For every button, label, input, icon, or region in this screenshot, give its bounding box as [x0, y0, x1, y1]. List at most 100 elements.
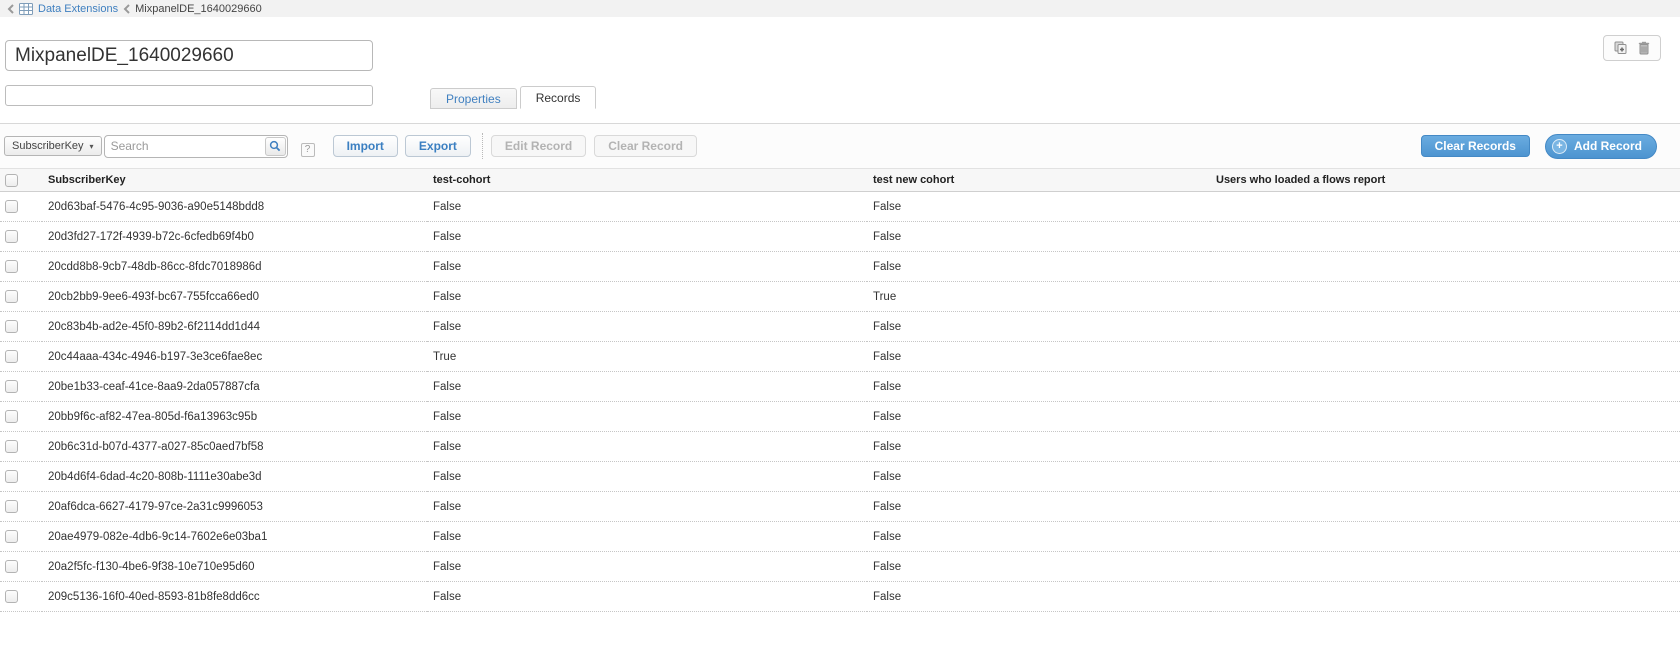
tab-properties-label: Properties [446, 92, 501, 106]
search-box [104, 135, 288, 158]
cell-users-flows-report [1210, 432, 1680, 462]
cell-subscriber-key: 20be1b33-ceaf-41ce-8aa9-2da057887cfa [42, 372, 427, 402]
cell-test-new-cohort: True [867, 282, 1210, 312]
tab-records[interactable]: Records [520, 86, 597, 109]
cell-test-new-cohort: False [867, 402, 1210, 432]
table-row[interactable]: 20b6c31d-b07d-4377-a027-85c0aed7bf58Fals… [0, 432, 1680, 462]
table-row[interactable]: 20af6dca-6627-4179-97ce-2a31c9996053Fals… [0, 492, 1680, 522]
row-checkbox[interactable] [5, 230, 18, 243]
cell-users-flows-report [1210, 192, 1680, 222]
import-button[interactable]: Import [333, 135, 398, 157]
cell-users-flows-report [1210, 522, 1680, 552]
records-table-body: 20d63baf-5476-4c95-9036-a90e5148bdd8Fals… [0, 192, 1680, 612]
toolbar-divider [482, 133, 483, 159]
breadcrumb: Data Extensions MixpanelDE_1640029660 [0, 0, 1680, 17]
cell-test-new-cohort: False [867, 462, 1210, 492]
row-checkbox[interactable] [5, 440, 18, 453]
records-table: SubscriberKey test-cohort test new cohor… [0, 168, 1680, 612]
search-field-selector[interactable]: SubscriberKey ▾ [4, 136, 102, 156]
records-toolbar: SubscriberKey ▾ ? Import Export Edit Rec… [0, 124, 1680, 168]
table-header-row: SubscriberKey test-cohort test new cohor… [0, 169, 1680, 192]
row-checkbox[interactable] [5, 590, 18, 603]
table-row[interactable]: 20a2f5fc-f130-4be6-9f38-10e710e95d60Fals… [0, 552, 1680, 582]
table-row[interactable]: 20be1b33-ceaf-41ce-8aa9-2da057887cfaFals… [0, 372, 1680, 402]
table-row[interactable]: 20ae4979-082e-4db6-9c14-7602e6e03ba1Fals… [0, 522, 1680, 552]
export-button[interactable]: Export [405, 135, 471, 157]
row-checkbox[interactable] [5, 320, 18, 333]
cell-users-flows-report [1210, 552, 1680, 582]
cell-test-new-cohort: False [867, 252, 1210, 282]
tab-properties[interactable]: Properties [430, 88, 517, 109]
cell-test-cohort: False [427, 492, 867, 522]
header-action-group [1603, 35, 1661, 61]
clear-record-button[interactable]: Clear Record [594, 135, 697, 157]
cell-test-cohort: False [427, 222, 867, 252]
table-row[interactable]: 20cb2bb9-9ee6-493f-bc67-755fcca66ed0Fals… [0, 282, 1680, 312]
cell-test-cohort: False [427, 372, 867, 402]
cell-test-cohort: False [427, 192, 867, 222]
cell-users-flows-report [1210, 282, 1680, 312]
cell-subscriber-key: 20cb2bb9-9ee6-493f-bc67-755fcca66ed0 [42, 282, 427, 312]
cell-subscriber-key: 20c83b4b-ad2e-45f0-89b2-6f2114dd1d44 [42, 312, 427, 342]
cell-test-cohort: False [427, 312, 867, 342]
table-row[interactable]: 20d3fd27-172f-4939-b72c-6cfedb69f4b0Fals… [0, 222, 1680, 252]
row-checkbox[interactable] [5, 290, 18, 303]
clear-records-button[interactable]: Clear Records [1421, 135, 1530, 157]
column-header-users-flows-report: Users who loaded a flows report [1210, 169, 1680, 192]
search-input[interactable] [105, 139, 265, 153]
row-checkbox[interactable] [5, 500, 18, 513]
chevron-down-icon: ▾ [90, 142, 94, 151]
row-checkbox[interactable] [5, 410, 18, 423]
cell-test-new-cohort: False [867, 312, 1210, 342]
cell-subscriber-key: 20b4d6f4-6dad-4c20-808b-1111e30abe3d [42, 462, 427, 492]
table-row[interactable]: 20d63baf-5476-4c95-9036-a90e5148bdd8Fals… [0, 192, 1680, 222]
column-header-test-cohort: test-cohort [427, 169, 867, 192]
cell-test-cohort: True [427, 342, 867, 372]
column-header-subscriber-key: SubscriberKey [42, 169, 427, 192]
plus-icon: + [1552, 139, 1567, 154]
row-checkbox[interactable] [5, 470, 18, 483]
search-button[interactable] [265, 137, 286, 156]
description-input[interactable] [5, 85, 373, 106]
select-all-checkbox[interactable] [5, 174, 18, 187]
edit-record-button[interactable]: Edit Record [491, 135, 586, 157]
search-icon [269, 140, 281, 152]
add-record-label: Add Record [1574, 139, 1642, 153]
table-row[interactable]: 20b4d6f4-6dad-4c20-808b-1111e30abe3d Fals… [0, 462, 1680, 492]
row-checkbox[interactable] [5, 380, 18, 393]
copy-icon[interactable] [1614, 41, 1629, 55]
cell-test-cohort: False [427, 582, 867, 612]
cell-users-flows-report [1210, 312, 1680, 342]
table-row[interactable]: 20c83b4b-ad2e-45f0-89b2-6f2114dd1d44Fals… [0, 312, 1680, 342]
detail-header: Properties Records [0, 17, 1680, 123]
cell-test-new-cohort: False [867, 492, 1210, 522]
cell-subscriber-key: 20d3fd27-172f-4939-b72c-6cfedb69f4b0 [42, 222, 427, 252]
table-row[interactable]: 20cdd8b8-9cb7-48db-86cc-8fdc7018986dFals… [0, 252, 1680, 282]
trash-icon[interactable] [1638, 41, 1650, 55]
cell-subscriber-key: 20d63baf-5476-4c95-9036-a90e5148bdd8 [42, 192, 427, 222]
breadcrumb-link-data-extensions[interactable]: Data Extensions [38, 3, 118, 15]
help-icon[interactable]: ? [301, 143, 315, 157]
back-chevron-icon[interactable] [7, 4, 14, 14]
row-checkbox[interactable] [5, 260, 18, 273]
row-checkbox[interactable] [5, 350, 18, 363]
breadcrumb-current: MixpanelDE_1640029660 [135, 3, 262, 15]
cell-test-new-cohort: False [867, 432, 1210, 462]
row-checkbox[interactable] [5, 530, 18, 543]
row-checkbox[interactable] [5, 560, 18, 573]
cell-users-flows-report [1210, 222, 1680, 252]
cell-test-cohort: False [427, 402, 867, 432]
table-row[interactable]: 20c44aaa-434c-4946-b197-3e3ce6fae8ecTrue… [0, 342, 1680, 372]
add-record-button[interactable]: + Add Record [1545, 134, 1657, 159]
cell-test-cohort: False [427, 432, 867, 462]
name-input[interactable] [5, 40, 373, 71]
cell-test-new-cohort: False [867, 192, 1210, 222]
cell-users-flows-report [1210, 372, 1680, 402]
cell-subscriber-key: 209c5136-16f0-40ed-8593-81b8fe8dd6cc [42, 582, 427, 612]
cell-subscriber-key: 20a2f5fc-f130-4be6-9f38-10e710e95d60 [42, 552, 427, 582]
breadcrumb-separator-chevron-icon [123, 4, 130, 14]
table-row[interactable]: 20bb9f6c-af82-47ea-805d-f6a13963c95bFals… [0, 402, 1680, 432]
table-row[interactable]: 209c5136-16f0-40ed-8593-81b8fe8dd6ccFals… [0, 582, 1680, 612]
row-checkbox[interactable] [5, 200, 18, 213]
cell-users-flows-report [1210, 252, 1680, 282]
